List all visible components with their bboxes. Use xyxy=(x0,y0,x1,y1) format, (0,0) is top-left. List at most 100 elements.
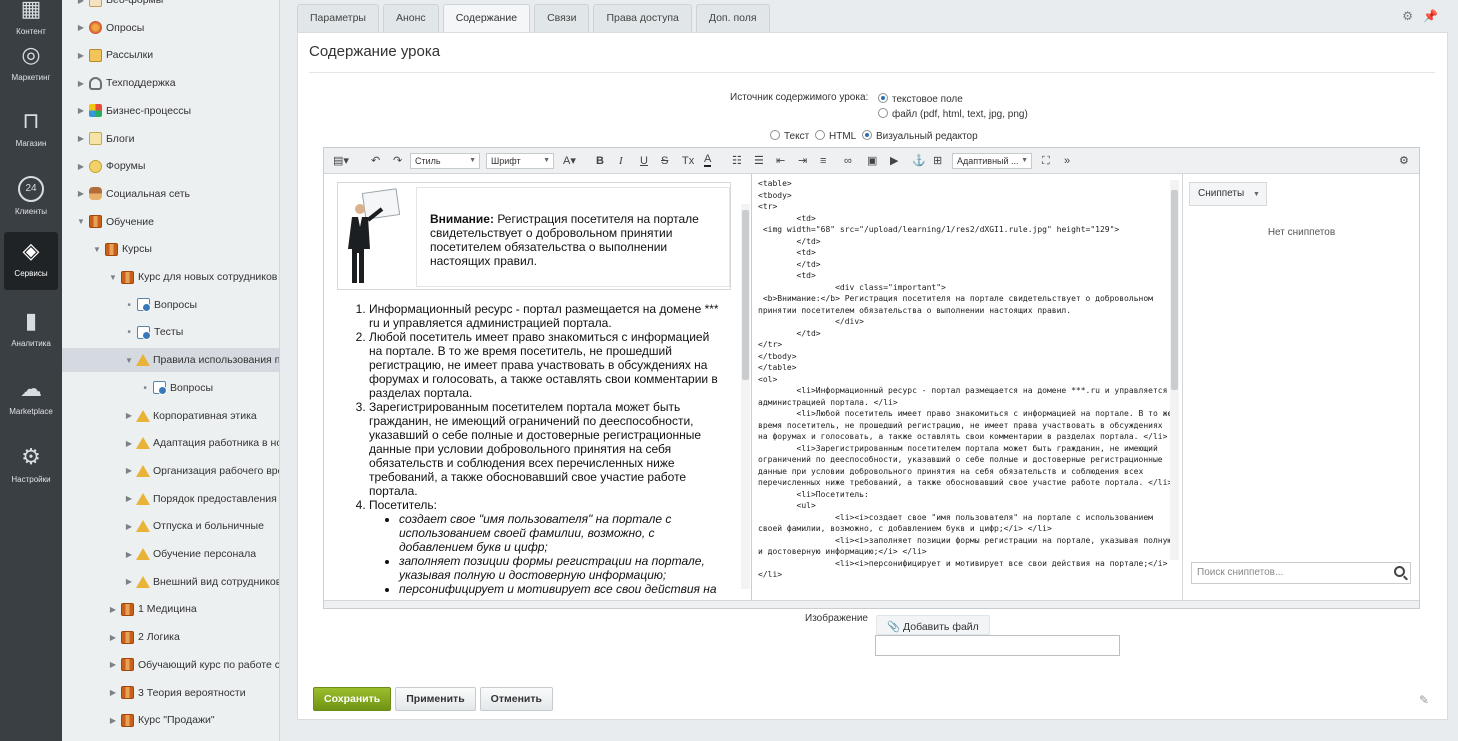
chevron-right-icon[interactable]: ▶ xyxy=(75,134,87,143)
bullet-list-icon[interactable]: ☰ xyxy=(754,154,764,168)
tree-item[interactable]: ▶ Внешний вид сотрудников xyxy=(62,570,279,594)
radio-file[interactable] xyxy=(878,108,888,118)
tree-item[interactable]: ▶ Техподдержка xyxy=(62,71,279,95)
search-icon[interactable] xyxy=(1394,566,1405,577)
chevron-right-icon[interactable]: ▶ xyxy=(123,466,135,475)
tree-item[interactable]: ▶ Отпуска и больничные xyxy=(62,514,279,538)
tree-item[interactable]: ▼ Обучение xyxy=(62,210,279,234)
chevron-right-icon[interactable]: ▶ xyxy=(75,189,87,198)
file-input[interactable] xyxy=(875,635,1120,656)
italic-icon[interactable]: I xyxy=(619,154,623,168)
tree-item[interactable]: ▶ Обучение персонала xyxy=(62,542,279,566)
wysiwyg-pane[interactable]: Внимание: Регистрация посетителя на порт… xyxy=(324,174,752,600)
mode-visual[interactable]: Визуальный редактор xyxy=(862,130,978,142)
tab-5[interactable]: Доп. поля xyxy=(695,4,770,32)
radio-mode-html[interactable] xyxy=(815,130,825,140)
tree-item[interactable]: ▶ Социальная сеть xyxy=(62,182,279,206)
cancel-button[interactable]: Отменить xyxy=(479,687,553,711)
image-icon[interactable]: ▣ xyxy=(867,154,877,168)
tree-item[interactable]: ▶ Веб-формы xyxy=(62,0,279,12)
rail-item[interactable]: ◈ Сервисы xyxy=(4,232,58,290)
table-icon[interactable]: ⊞ xyxy=(933,154,942,168)
tab-2[interactable]: Содержание xyxy=(442,4,531,32)
tree-item[interactable]: ▶ Курс "Продажи" xyxy=(62,708,279,732)
underline-icon[interactable]: U xyxy=(640,154,648,168)
chevron-down-icon[interactable]: ▼ xyxy=(91,245,103,254)
pin-icon[interactable]: ✎ xyxy=(1419,693,1429,707)
tree-item[interactable]: ■ Тесты xyxy=(62,320,279,344)
undo-icon[interactable]: ↶ xyxy=(371,154,380,168)
tree-item[interactable]: ▶ Бизнес-процессы xyxy=(62,99,279,123)
chevron-right-icon[interactable]: ▶ xyxy=(123,494,135,503)
ordered-list-icon[interactable]: ☷ xyxy=(732,154,742,168)
rail-item[interactable]: ⊓ Магазин xyxy=(0,102,62,160)
tree-item[interactable]: ▶ 1 Медицина xyxy=(62,597,279,621)
chevron-right-icon[interactable]: ▶ xyxy=(123,550,135,559)
editor-settings-gear-icon[interactable]: ⚙ xyxy=(1399,154,1409,168)
align-icon[interactable]: ≡ xyxy=(820,154,826,168)
tree-item[interactable]: ▶ Обучающий курс по работе с порталом xyxy=(62,653,279,677)
fullscreen-icon[interactable]: ⛶ xyxy=(1042,154,1050,168)
chevron-right-icon[interactable]: ▶ xyxy=(123,439,135,448)
tab-0[interactable]: Параметры xyxy=(297,4,379,32)
chevron-right-icon[interactable]: ▶ xyxy=(75,51,87,60)
tree-item[interactable]: ▼ Курс для новых сотрудников xyxy=(62,265,279,289)
radio-mode-visual[interactable] xyxy=(862,130,872,140)
tree-item[interactable]: ▶ Блоги xyxy=(62,127,279,151)
radio-text-field[interactable] xyxy=(878,93,888,103)
indent-icon[interactable]: ⇥ xyxy=(798,154,807,168)
rail-item[interactable]: ▮ Аналитика xyxy=(0,302,62,360)
tab-1[interactable]: Анонс xyxy=(382,4,439,32)
chevron-right-icon[interactable]: ▶ xyxy=(107,688,119,697)
tree-item[interactable]: ▶ 3 Теория вероятности xyxy=(62,681,279,705)
add-file-button[interactable]: 📎 Добавить файл xyxy=(876,615,990,635)
outdent-icon[interactable]: ⇤ xyxy=(776,154,785,168)
font-select[interactable]: Шрифт ▼ xyxy=(486,153,554,169)
redo-icon[interactable]: ↷ xyxy=(393,154,402,168)
text-color-icon[interactable]: A xyxy=(704,154,712,167)
tree-item[interactable]: ▶ Опросы xyxy=(62,16,279,40)
chevron-right-icon[interactable]: ▶ xyxy=(75,0,87,5)
source-opt-text[interactable]: текстовое поле xyxy=(878,93,963,105)
chevron-right-icon[interactable]: ▶ xyxy=(107,660,119,669)
chevron-right-icon[interactable]: ▶ xyxy=(123,522,135,531)
mode-text[interactable]: Текст xyxy=(770,130,809,142)
tree-item[interactable]: ▶ Форумы xyxy=(62,154,279,178)
tree-item[interactable]: ▶ Корпоративная этика xyxy=(62,404,279,428)
chevron-down-icon[interactable]: ▼ xyxy=(75,217,87,226)
chevron-right-icon[interactable]: ▶ xyxy=(75,106,87,115)
bold-icon[interactable]: B xyxy=(596,154,604,168)
tree-item[interactable]: ■ Вопросы xyxy=(62,376,279,400)
chevron-right-icon[interactable]: ▶ xyxy=(107,605,119,614)
tree-item[interactable]: ■ Вопросы xyxy=(62,293,279,317)
apply-button[interactable]: Применить xyxy=(395,687,476,711)
tree-item[interactable]: ▶ Порядок предоставления отпусков xyxy=(62,487,279,511)
chevron-down-icon[interactable]: ▼ xyxy=(107,273,119,282)
html-source-pane[interactable]: <table> <tbody> <tr> <td> <img width="68… xyxy=(754,174,1179,600)
rail-item[interactable]: 24 Клиенты xyxy=(0,170,62,228)
tab-4[interactable]: Права доступа xyxy=(593,4,692,32)
video-icon[interactable]: ▶ xyxy=(890,154,898,168)
tree-item[interactable]: ▶ 2 Логика xyxy=(62,625,279,649)
mode-html[interactable]: HTML xyxy=(815,130,856,142)
save-button[interactable]: Сохранить xyxy=(313,687,392,711)
wysiwyg-scrollbar[interactable] xyxy=(741,204,750,589)
style-select[interactable]: Стиль ▼ xyxy=(410,153,480,169)
font-size-icon[interactable]: A▾ xyxy=(563,154,576,168)
chevron-right-icon[interactable]: ▶ xyxy=(107,633,119,642)
settings-gear-icon[interactable]: ⚙ xyxy=(1402,9,1423,23)
code-scrollbar[interactable] xyxy=(1170,180,1179,560)
rail-item[interactable]: ◎ Маркетинг xyxy=(0,36,62,94)
strikethrough-icon[interactable]: S xyxy=(661,154,668,168)
tree-item[interactable]: ▶ Рассылки xyxy=(62,43,279,67)
clear-format-icon[interactable]: Tx xyxy=(682,154,694,168)
tree-item[interactable]: ▶ Адаптация работника в новом коллективе xyxy=(62,431,279,455)
anchor-icon[interactable]: ⚓ xyxy=(912,154,926,168)
tree-item[interactable]: ▼ Курсы xyxy=(62,237,279,261)
rail-item[interactable]: ☁ Marketplace xyxy=(0,370,62,428)
rail-item[interactable]: ⚙ Настройки xyxy=(0,438,62,496)
tab-3[interactable]: Связи xyxy=(534,4,590,32)
chevron-right-icon[interactable]: ▶ xyxy=(123,411,135,420)
pin-icon[interactable]: 📌 xyxy=(1423,9,1448,23)
snippets-dropdown[interactable]: Сниппеты ▼ xyxy=(1189,182,1267,206)
